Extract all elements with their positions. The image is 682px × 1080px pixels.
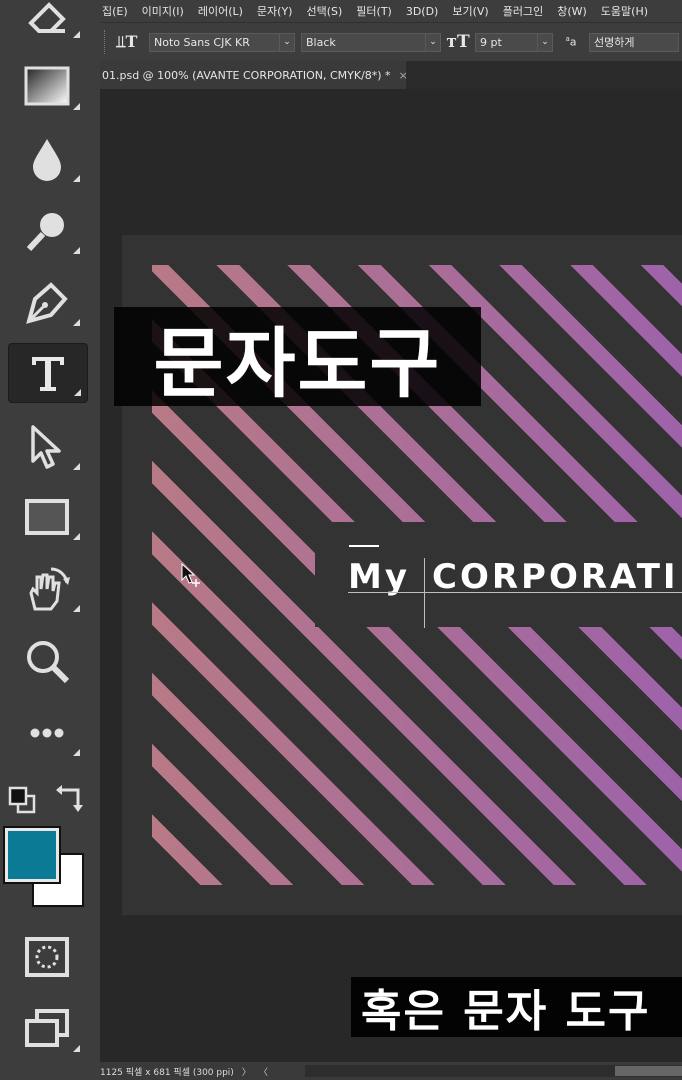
default-colors-icon[interactable] xyxy=(6,784,38,816)
menu-select[interactable]: 선택(S) xyxy=(306,3,342,19)
menu-layer[interactable]: 레이어(L) xyxy=(198,3,243,19)
document-info: 1125 픽셀 x 681 픽셀 (300 ppi) xyxy=(100,1067,234,1078)
menu-window[interactable]: 창(W) xyxy=(557,3,587,19)
document-tab-title: 01.psd @ 100% (AVANTE CORPORATION, CMYK/… xyxy=(102,68,391,82)
submenu-indicator xyxy=(73,605,80,612)
my-word: My xyxy=(348,557,410,597)
submenu-indicator xyxy=(73,463,80,470)
more-tools-icon xyxy=(30,728,64,738)
zoom-tool[interactable] xyxy=(8,632,86,690)
options-bar: ⫫T Noto Sans CJK KR ⌄ Black ⌄ ᴛT 9 pt ⌄ … xyxy=(100,22,682,61)
subtitle-caption: 혹은 문자 도구 xyxy=(351,977,682,1037)
submenu-indicator xyxy=(73,247,80,254)
scroll-left-arrow[interactable]: 〈 xyxy=(259,1065,268,1078)
document-tab-bar: 01.psd @ 100% (AVANTE CORPORATION, CMYK/… xyxy=(100,61,682,89)
submenu-indicator xyxy=(74,389,81,396)
status-menu-arrow[interactable]: 〉 xyxy=(242,1065,251,1078)
status-bar: 1125 픽셀 x 681 픽셀 (300 ppi) 〉 〈 xyxy=(100,1062,682,1080)
antialias-icon: aa xyxy=(565,35,577,49)
font-size-value: 9 pt xyxy=(480,35,502,49)
text-insertion-cursor xyxy=(424,558,425,628)
font-size-icon: ᴛT xyxy=(446,32,470,52)
document-tab[interactable]: 01.psd @ 100% (AVANTE CORPORATION, CMYK/… xyxy=(100,61,406,89)
pen-tool[interactable] xyxy=(8,274,86,332)
menu-filter[interactable]: 필터(T) xyxy=(356,3,392,19)
options-bar-grip xyxy=(104,30,111,54)
horizontal-scrollbar[interactable] xyxy=(305,1065,682,1077)
type-tool[interactable] xyxy=(8,343,88,403)
chevron-down-icon: ⌄ xyxy=(425,33,440,51)
submenu-indicator xyxy=(73,1045,80,1052)
menu-3d[interactable]: 3D(D) xyxy=(406,5,439,18)
tools-panel xyxy=(0,0,101,1080)
font-style-select[interactable]: Black ⌄ xyxy=(301,32,441,52)
chevron-down-icon: ⌄ xyxy=(537,33,552,51)
font-family-value: Noto Sans CJK KR xyxy=(154,35,250,49)
menu-bar: 집(E) 이미지(I) 레이어(L) 문자(Y) 선택(S) 필터(T) 3D(… xyxy=(100,0,682,22)
quick-mask-button[interactable] xyxy=(8,928,86,986)
gradient-tool[interactable] xyxy=(8,58,86,116)
submenu-indicator xyxy=(73,319,80,326)
mouse-pointer-icon xyxy=(181,563,200,587)
submenu-indicator xyxy=(73,31,80,38)
path-select-icon xyxy=(31,425,61,469)
scrollbar-thumb[interactable] xyxy=(615,1066,682,1076)
hand-rotate-icon xyxy=(29,567,70,611)
type-icon xyxy=(32,357,64,391)
submenu-indicator xyxy=(73,533,80,540)
close-icon[interactable]: × xyxy=(399,69,406,82)
gradient-icon xyxy=(24,66,70,106)
screen-mode-icon xyxy=(25,1009,69,1047)
menu-image[interactable]: 이미지(I) xyxy=(142,3,184,19)
blur-icon xyxy=(33,139,61,181)
more-tools[interactable] xyxy=(8,704,86,762)
font-family-select[interactable]: Noto Sans CJK KR ⌄ xyxy=(149,32,295,52)
pen-icon xyxy=(26,282,68,324)
menu-view[interactable]: 보기(V) xyxy=(452,3,488,19)
dodge-icon xyxy=(26,213,64,252)
antialias-value: 선명하게 xyxy=(594,36,635,49)
antialias-select[interactable]: 선명하게 xyxy=(589,32,679,52)
menu-help[interactable]: 도움말(H) xyxy=(601,3,648,19)
menu-edit[interactable]: 집(E) xyxy=(102,3,128,19)
rectangle-tool[interactable] xyxy=(8,488,86,546)
zoom-icon xyxy=(27,641,70,684)
font-style-value: Black xyxy=(306,35,336,49)
path-selection-tool[interactable] xyxy=(8,418,86,476)
text-orientation-icon[interactable]: ⫫T xyxy=(111,32,143,52)
rectangle-icon xyxy=(25,499,69,535)
corporation-word: CORPORATI xyxy=(432,557,679,597)
eraser-tool[interactable] xyxy=(8,0,86,44)
menu-type[interactable]: 문자(Y) xyxy=(257,3,293,19)
text-layer-content[interactable]: My CORPORATI xyxy=(348,557,679,597)
text-dash-mark xyxy=(349,545,379,547)
menu-plugins[interactable]: 플러그인 xyxy=(503,3,543,19)
eraser-icon xyxy=(28,2,66,33)
blur-tool[interactable] xyxy=(8,130,86,188)
submenu-indicator xyxy=(73,749,80,756)
swap-colors-icon[interactable] xyxy=(52,782,86,816)
dodge-tool[interactable] xyxy=(8,202,86,260)
rotate-view-tool[interactable] xyxy=(8,560,86,618)
quick-mask-icon xyxy=(25,937,69,977)
foreground-color-swatch[interactable] xyxy=(3,826,61,884)
screen-mode-button[interactable] xyxy=(8,1000,86,1058)
chevron-down-icon: ⌄ xyxy=(279,33,294,51)
submenu-indicator xyxy=(73,103,80,110)
font-size-select[interactable]: 9 pt ⌄ xyxy=(475,32,553,52)
text-baseline xyxy=(348,592,682,593)
submenu-indicator xyxy=(73,175,80,182)
title-caption: 문자도구 xyxy=(114,307,481,408)
